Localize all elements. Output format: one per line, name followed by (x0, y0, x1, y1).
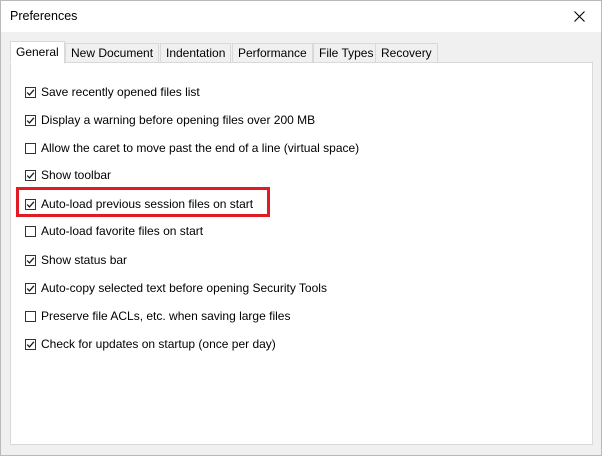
tab-recovery[interactable]: Recovery (375, 43, 438, 62)
title-bar: Preferences (1, 1, 601, 32)
option-auto-copy-text[interactable]: Auto-copy selected text before opening S… (25, 280, 327, 296)
checkbox[interactable] (25, 310, 36, 322)
option-label: Show status bar (41, 253, 128, 267)
checkbox[interactable] (25, 282, 36, 294)
option-show-toolbar[interactable]: Show toolbar (25, 167, 111, 183)
option-show-status-bar[interactable]: Show status bar (25, 252, 127, 268)
tab-file-types[interactable]: File Types (313, 43, 380, 62)
checkbox[interactable] (25, 225, 36, 237)
checkmark-icon (26, 284, 35, 292)
checkmark-icon (26, 171, 35, 179)
checkbox[interactable] (25, 114, 36, 126)
checkmark-icon (26, 88, 35, 96)
option-large-file-warning[interactable]: Display a warning before opening files o… (25, 112, 315, 128)
general-panel: Save recently opened files list Display … (10, 62, 593, 445)
checkbox[interactable] (25, 86, 36, 98)
option-label: Save recently opened files list (41, 85, 200, 99)
option-auto-load-favorites[interactable]: Auto-load favorite files on start (25, 223, 203, 239)
tab-strip: General New Document Indentation Perform… (10, 41, 594, 64)
close-icon (573, 11, 585, 22)
window-title: Preferences (10, 9, 78, 23)
checkbox[interactable] (25, 198, 36, 210)
preferences-dialog: Preferences General New Document Indenta… (0, 0, 602, 456)
option-label: Allow the caret to move past the end of … (41, 141, 360, 155)
checkmark-icon (26, 340, 35, 348)
tab-indentation[interactable]: Indentation (160, 43, 232, 62)
checkmark-icon (26, 256, 35, 264)
tab-performance[interactable]: Performance (232, 43, 313, 62)
option-label: Show toolbar (41, 168, 112, 182)
option-preserve-acls[interactable]: Preserve file ACLs, etc. when saving lar… (25, 308, 290, 324)
tab-general[interactable]: General (10, 41, 65, 64)
option-check-updates[interactable]: Check for updates on startup (once per d… (25, 336, 276, 352)
option-label: Check for updates on startup (once per d… (41, 337, 276, 351)
checkbox[interactable] (25, 254, 36, 266)
option-virtual-space[interactable]: Allow the caret to move past the end of … (25, 140, 359, 156)
option-auto-load-session[interactable]: Auto-load previous session files on star… (25, 196, 253, 212)
option-save-recent-files[interactable]: Save recently opened files list (25, 84, 200, 100)
option-label: Display a warning before opening files o… (41, 113, 316, 127)
option-label: Auto-copy selected text before opening S… (41, 281, 327, 295)
tab-new-document[interactable]: New Document (65, 43, 160, 62)
option-label: Auto-load favorite files on start (41, 224, 204, 238)
option-label: Preserve file ACLs, etc. when saving lar… (41, 309, 291, 323)
checkbox[interactable] (25, 142, 36, 154)
checkbox[interactable] (25, 169, 36, 181)
option-label: Auto-load previous session files on star… (41, 197, 254, 211)
checkmark-icon (26, 116, 35, 124)
checkmark-icon (26, 200, 35, 208)
checkbox[interactable] (25, 338, 36, 350)
close-button[interactable] (557, 1, 601, 32)
